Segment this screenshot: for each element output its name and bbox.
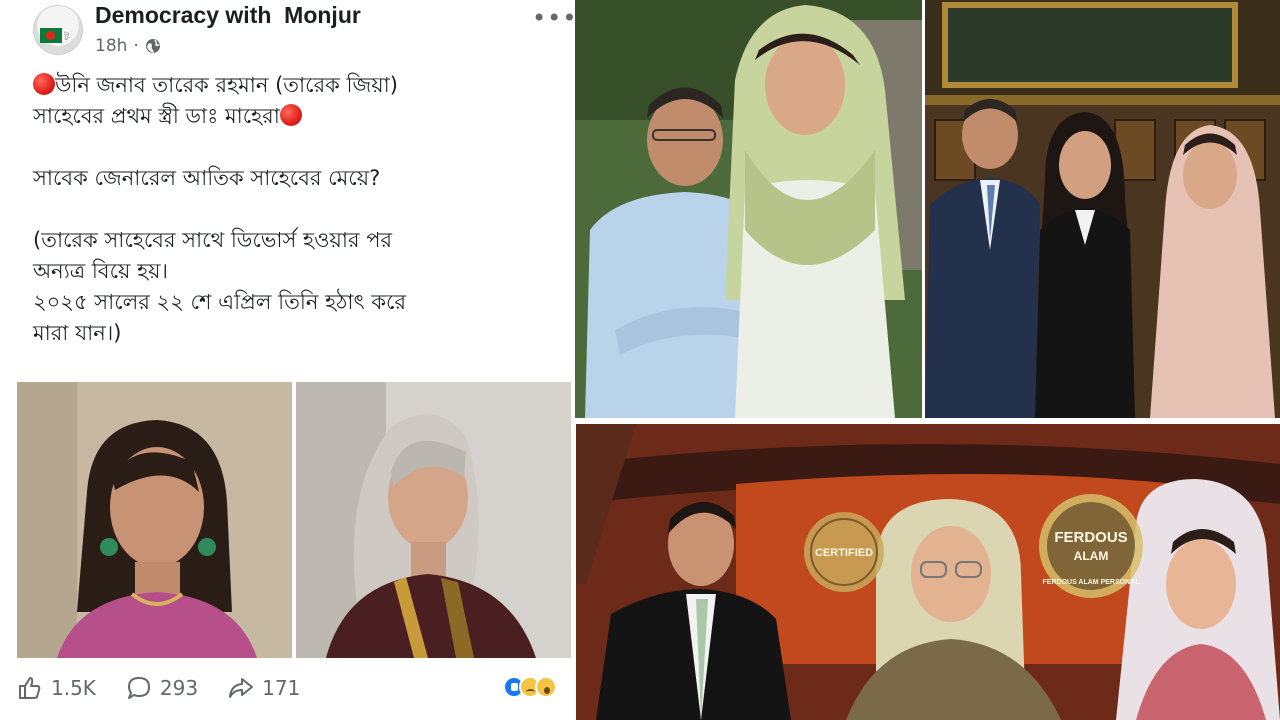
red-circle-emoji-icon (279, 104, 302, 126)
collage-photo-wedding-vintage[interactable]: CERTIFIED FERDOUS ALAM FERDOUS ALAM PERS… (576, 424, 1280, 720)
post-line-4: (তারেক সাহেবের সাথে ডিভোর্স হওয়ার পর (33, 228, 393, 252)
collage-photo-couple-garden[interactable] (575, 0, 922, 418)
avatar-text: ট (64, 33, 69, 43)
post-line-2: সাহেবের প্রথম স্ত্রী ডাঃ মাহেরা (33, 101, 563, 132)
ferdous-watermark: FERDOUS (1054, 529, 1127, 546)
post-line-6: ২০২৫ সালের ২২ শে এপ্রিল তিনি হঠাৎ করে (33, 290, 407, 314)
wedding-vintage-illustration: CERTIFIED FERDOUS ALAM FERDOUS ALAM PERS… (576, 424, 1280, 720)
thumbs-up-icon (19, 677, 41, 699)
family-chamber-illustration (925, 0, 1280, 418)
certified-watermark: CERTIFIED (815, 547, 873, 559)
post-line-1: উনি জনাব তারেক রহমান (তারেক জিয়া) (33, 70, 563, 101)
facebook-post: ট Democracy with Monjur 18h · ••• উনি জন… (0, 0, 577, 720)
ferdous-personal-watermark: FERDOUS ALAM PERSONAL (1043, 579, 1141, 586)
like-button[interactable]: 1.5K (17, 675, 96, 701)
post-timestamp[interactable]: 18h (95, 36, 127, 56)
post-line-7: মারা যান।) (33, 321, 122, 345)
post-line-2-text: সাহেবের প্রথম স্ত্রী ডাঃ মাহেরা (33, 104, 280, 128)
meta-separator: · (133, 36, 139, 56)
more-options-button[interactable]: ••• (532, 4, 577, 32)
post-line-3: সাবেক জেনারেল আতিক সাহেবের মেয়ে? (33, 166, 381, 190)
vintage-portrait-illustration (17, 382, 292, 658)
red-circle-emoji-icon (33, 73, 55, 95)
post-line-5: অন্যত্র বিয়ে হয়। (33, 259, 169, 283)
share-count: 171 (262, 676, 301, 700)
post-meta: 18h · (95, 36, 161, 56)
post-photo-modern-portrait[interactable] (296, 382, 571, 658)
share-button[interactable]: 171 (228, 675, 300, 701)
comment-count: 293 (159, 676, 199, 700)
post-line-1-text: উনি জনাব তারেক রহমান (তারেক জিয়া) (55, 73, 398, 97)
post-photo-vintage-portrait[interactable] (17, 382, 292, 658)
page-avatar[interactable]: ট (33, 5, 83, 55)
reaction-summary[interactable] (503, 676, 557, 698)
globe-icon (145, 39, 160, 53)
post-body: উনি জনাব তারেক রহমান (তারেক জিয়া) সাহেব… (33, 70, 563, 349)
bangladesh-flag-icon (40, 28, 62, 43)
alam-watermark: ALAM (1074, 549, 1109, 563)
like-count: 1.5K (51, 676, 96, 700)
page-name-link[interactable]: Democracy with Monjur (95, 2, 361, 29)
post-actions-bar: 1.5K 293 171 (17, 668, 571, 708)
wow-reaction-icon (535, 676, 557, 698)
comment-button[interactable]: 293 (126, 675, 198, 701)
couple-garden-illustration (575, 0, 922, 418)
comment-icon (127, 677, 150, 699)
modern-portrait-illustration (296, 382, 571, 658)
collage-photo-family-chamber[interactable] (925, 0, 1280, 418)
share-icon (229, 678, 254, 698)
